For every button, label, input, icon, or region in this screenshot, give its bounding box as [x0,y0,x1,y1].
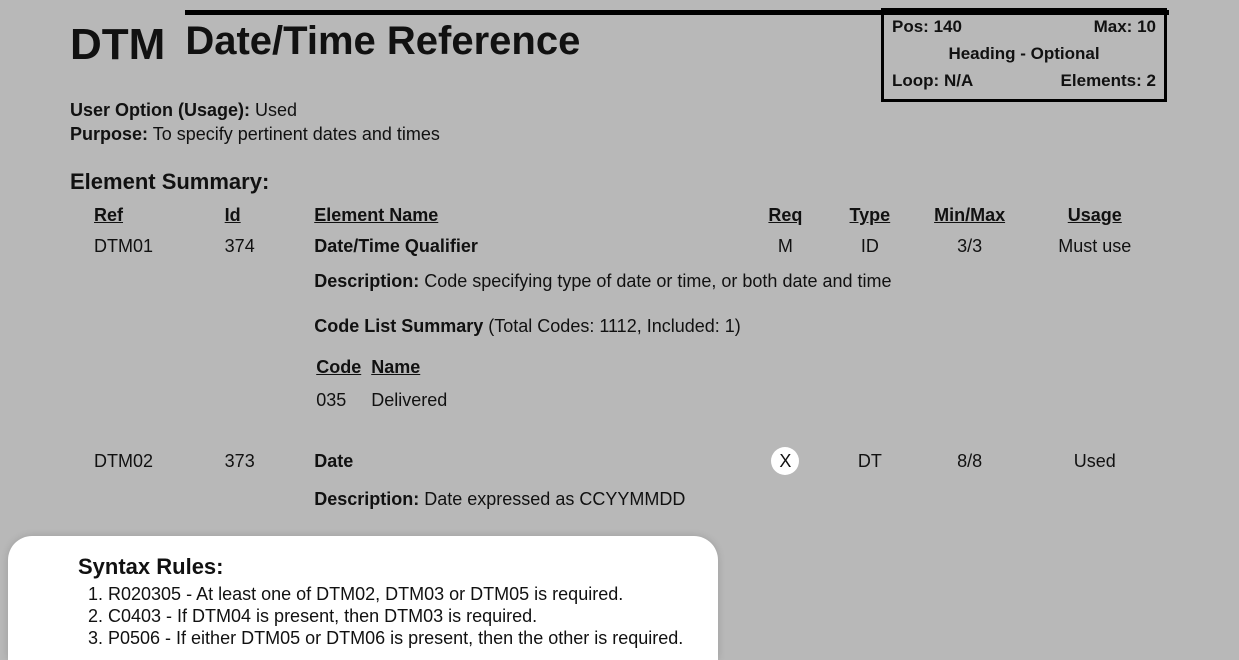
table-row: DTM01 374 Date/Time Qualifier M ID 3/3 M… [70,232,1169,267]
element-table: Ref Id Element Name Req Type Min/Max Usa… [70,201,1169,520]
code-head: Code [316,353,369,384]
desc-text: Date expressed as CCYYMMDD [424,489,685,509]
purpose-label: Purpose: [70,124,148,144]
cell-ref: DTM02 [70,433,225,485]
purpose-value: To specify pertinent dates and times [153,124,440,144]
elements-label: Elements: 2 [1061,67,1156,94]
pos-label: Pos: 140 [892,13,962,40]
cell-ref: DTM01 [70,232,225,267]
element-summary-heading: Element Summary: [70,169,1169,195]
max-label: Max: 10 [1094,13,1156,40]
cell-name: Date/Time Qualifier [314,232,750,267]
code-value: 035 [316,386,369,421]
position-box: Pos: 140 Max: 10 Heading - Optional Loop… [881,8,1167,102]
syntax-item: P0506 - If either DTM05 or DTM06 is pres… [108,628,698,649]
code-row: 035 Delivered [316,386,455,421]
table-row-codelist: Code Name 035 Delivered [70,347,1169,433]
cell-id: 373 [225,433,315,485]
name-head: Name [371,353,455,384]
col-name: Element Name [314,201,750,232]
usage-value: Used [255,100,297,120]
col-ref: Ref [70,201,225,232]
codelist-info: (Total Codes: 1112, Included: 1) [488,316,740,336]
code-list-table: Code Name 035 Delivered [314,351,457,423]
cell-minmax: 3/3 [919,232,1029,267]
col-usage: Usage [1029,201,1169,232]
cell-usage: Must use [1029,232,1169,267]
codelist-label: Code List Summary [314,316,483,336]
code-name: Delivered [371,386,455,421]
table-row-desc: Description: Date expressed as CCYYMMDD [70,485,1169,520]
syntax-list: R020305 - At least one of DTM02, DTM03 o… [108,584,698,649]
cell-name: Date [314,433,750,485]
cell-type: DT [829,433,919,485]
table-row-codelist-head: Code List Summary (Total Codes: 1112, In… [70,302,1169,347]
desc-label: Description: [314,271,419,291]
req-circle-icon: X [771,447,799,475]
cell-id: 374 [225,232,315,267]
syntax-item: C0403 - If DTM04 is present, then DTM03 … [108,606,698,627]
cell-usage: Used [1029,433,1169,485]
usage-label: User Option (Usage): [70,100,250,120]
cell-minmax: 8/8 [919,433,1029,485]
table-row: DTM02 373 Date X DT 8/8 Used [70,433,1169,485]
cell-req: X [750,433,829,485]
desc-label: Description: [314,489,419,509]
table-row-desc: Description: Code specifying type of dat… [70,267,1169,302]
cell-req: M [750,232,829,267]
col-req: Req [750,201,829,232]
col-minmax: Min/Max [919,201,1029,232]
segment-id: DTM [70,10,185,70]
col-id: Id [225,201,315,232]
heading-optional: Heading - Optional [948,40,1099,67]
syntax-rules-card: Syntax Rules: R020305 - At least one of … [8,536,718,660]
syntax-item: R020305 - At least one of DTM02, DTM03 o… [108,584,698,605]
col-type: Type [829,201,919,232]
syntax-title: Syntax Rules: [78,554,698,580]
meta-block: User Option (Usage): Used Purpose: To sp… [70,100,1169,145]
cell-type: ID [829,232,919,267]
loop-label: Loop: N/A [892,67,973,94]
document-page: DTM Date/Time Reference Pos: 140 Max: 10… [0,0,1239,660]
desc-text: Code specifying type of date or time, or… [424,271,891,291]
